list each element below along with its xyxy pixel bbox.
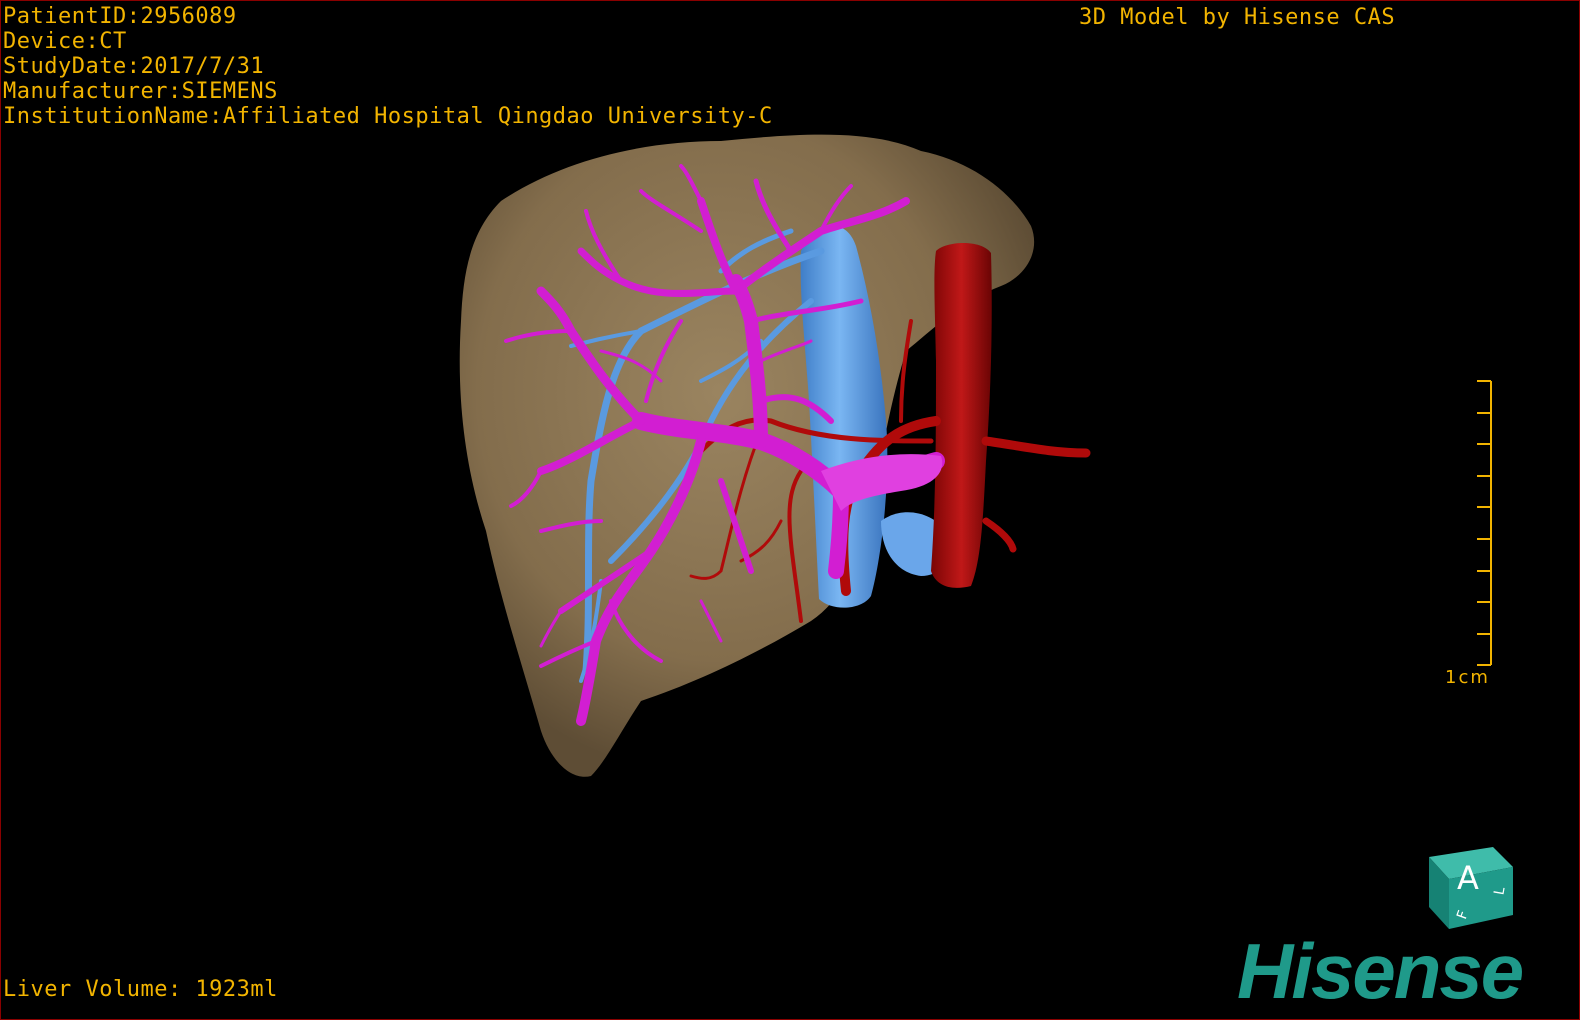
3d-render[interactable]: A L F: [1, 1, 1579, 1019]
study-date-text: StudyDate:2017/7/31: [3, 54, 265, 79]
dicom-info-overlay: PatientID:2956089 Device:CT StudyDate:20…: [3, 4, 773, 129]
orientation-cube[interactable]: A L F: [1429, 847, 1513, 929]
institution-text: InstitutionName:Affiliated Hospital Qing…: [3, 104, 773, 129]
aorta: [931, 243, 992, 588]
scale-bar: [1477, 380, 1492, 666]
liver-volume-text: Liver Volume: 1923ml: [3, 977, 278, 1002]
3d-viewport[interactable]: A L F PatientID:2956089 Device:CT StudyD…: [0, 0, 1580, 1020]
cube-front-letter: A: [1457, 859, 1479, 897]
scale-bar-label: 1cm: [1445, 667, 1490, 688]
patient-id-text: PatientID:2956089: [3, 4, 237, 29]
device-text: Device:CT: [3, 29, 127, 54]
manufacturer-text: Manufacturer:SIEMENS: [3, 79, 278, 104]
model-credit-text: 3D Model by Hisense CAS: [1079, 5, 1396, 30]
hisense-logo: Hisense: [1237, 927, 1524, 1015]
